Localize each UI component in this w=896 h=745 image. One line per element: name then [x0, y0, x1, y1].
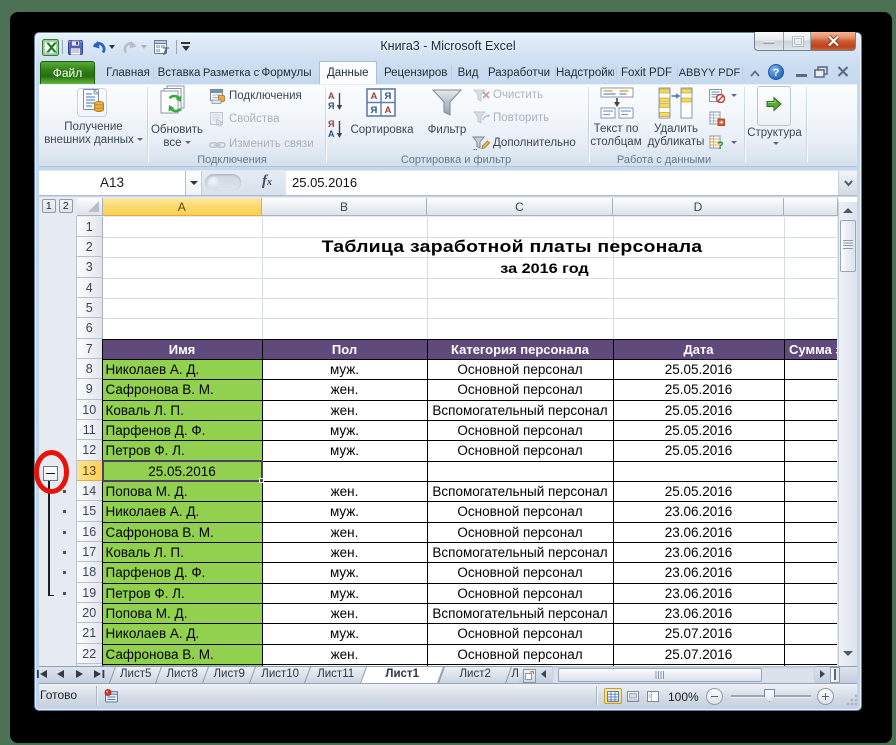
svg-text:А: А	[385, 105, 392, 116]
svg-text:Я: Я	[328, 101, 334, 111]
svg-text:Я: Я	[328, 119, 334, 129]
svg-text:Я: Я	[371, 105, 378, 116]
svg-text:?: ?	[717, 140, 724, 150]
svg-text:А: А	[371, 91, 378, 102]
svg-text:А: А	[328, 129, 335, 139]
svg-text:Я: Я	[385, 91, 392, 102]
svg-text:А: А	[328, 91, 335, 101]
